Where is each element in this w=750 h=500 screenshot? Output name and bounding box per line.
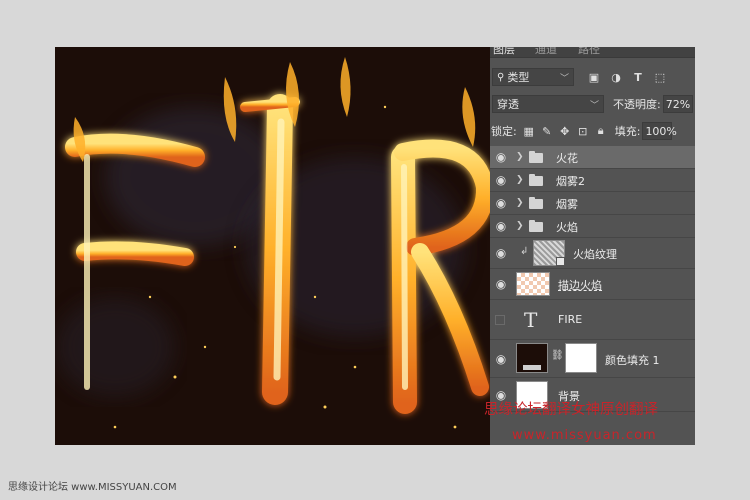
eye-icon[interactable]: ◉ [493,173,509,187]
eye-icon[interactable]: ◉ [493,196,509,210]
layer-row-color-fill[interactable]: ◉ ⛓ 颜色填充 1 [490,340,695,378]
opacity-input[interactable]: 72% [662,95,693,113]
slider-icon [523,365,541,370]
folder-icon [529,174,543,186]
search-icon: ⚲ [497,71,505,83]
fire-text-artwork [55,47,492,445]
watermark-url: www.missyuan.com [512,428,657,443]
tab-layers[interactable]: 图层 [493,47,515,57]
layer-name: 火花 [556,152,578,165]
blend-row: 穿透 ﹀ 不透明度: 72% [490,93,695,115]
eye-icon[interactable]: ◉ [493,352,509,366]
layer-name: 描边火焰 [558,279,602,292]
layer-row-fire-text[interactable]: T FIRE [490,300,695,340]
adjustment-filter-icon[interactable]: ◑ [608,71,624,84]
layer-row-flame-texture[interactable]: ◉ ↲ 火焰纹理 [490,238,695,269]
chevron-right-icon[interactable]: ❯ [516,175,524,185]
blend-mode-dropdown[interactable]: 穿透 ﹀ [492,95,604,113]
filter-type-label: 类型 [507,71,530,84]
chevron-down-icon: ﹀ [559,73,569,84]
lock-transparency-icon[interactable]: ▦ [521,125,537,138]
filter-row: ⚲ 类型 ﹀ ▣ ◑ T ⬚ [490,66,695,88]
shape-filter-icon[interactable]: ⬚ [652,71,668,84]
eye-icon[interactable]: ◉ [493,219,509,233]
folder-icon [529,197,543,209]
layer-thumbnail [516,272,550,296]
tab-channels[interactable]: 通道 [535,47,557,57]
lock-label: 锁定: [491,125,517,138]
layer-row-smoke-2[interactable]: ◉ ❯ 烟雾2 [490,169,695,192]
layer-row-sparks[interactable]: ◉ ❯ 火花 [490,146,695,169]
chevron-right-icon[interactable]: ❯ [516,152,524,162]
site-credit: 思缘设计论坛 www.MISSYUAN.COM [8,482,177,493]
clipping-mask-icon: ↲ [520,246,529,257]
layer-thumbnail [533,240,565,266]
chevron-right-icon[interactable]: ❯ [516,198,524,208]
layer-mask-thumbnail[interactable] [565,343,597,373]
layer-name: 火焰 [556,221,578,234]
folder-icon [529,220,543,232]
link-icon[interactable]: ⛓ [551,350,564,361]
chevron-right-icon[interactable]: ❯ [516,221,524,231]
panel-tabs: 图层 通道 路径 [490,47,695,58]
eye-icon[interactable]: ◉ [493,246,509,260]
opacity-label: 不透明度: [613,98,661,111]
layer-filter-dropdown[interactable]: ⚲ 类型 ﹀ [492,68,574,86]
lock-position-icon[interactable]: ✥ [557,125,573,138]
folder-icon [529,151,543,163]
blend-mode-value: 穿透 [497,98,519,111]
layer-row-stroke-flame[interactable]: ◉ 描边火焰 [490,269,695,300]
layer-name: 烟雾 [556,198,578,211]
fill-color-thumbnail[interactable] [516,343,548,373]
layer-name: 颜色填充 1 [605,354,660,367]
watermark-title: 思缘论坛翻译女神原创翻译 [484,402,658,418]
layer-name: 烟雾2 [556,175,585,188]
lock-pixels-icon[interactable]: ✎ [539,125,555,138]
chevron-down-icon: ﹀ [589,100,599,111]
eye-icon[interactable]: ◉ [493,277,509,291]
smart-object-icon [556,257,565,266]
eye-icon[interactable]: ◉ [493,150,509,164]
type-filter-icon[interactable]: T [630,71,646,84]
visibility-toggle[interactable] [495,315,505,325]
layers-panel: 图层 通道 路径 ⚲ 类型 ﹀ ▣ ◑ T ⬚ 穿透 ﹀ 不透明度: 72% 锁… [490,47,695,445]
lock-row: 锁定: ▦ ✎ ✥ ⊡ 🔒︎ 填充: 100% [490,120,695,142]
lock-all-icon[interactable]: 🔒︎ [593,124,609,138]
layer-name: 火焰纹理 [573,248,617,261]
layer-name: FIRE [558,313,583,326]
fill-input[interactable]: 100% [642,122,677,140]
document-canvas[interactable] [55,47,492,445]
text-layer-icon: T [524,308,538,332]
tab-paths[interactable]: 路径 [578,47,600,57]
layer-row-smoke[interactable]: ◉ ❯ 烟雾 [490,192,695,215]
image-filter-icon[interactable]: ▣ [586,71,602,84]
layer-row-flame[interactable]: ◉ ❯ 火焰 [490,215,695,238]
fill-label: 填充: [614,125,641,138]
lock-artboard-icon[interactable]: ⊡ [575,125,591,138]
